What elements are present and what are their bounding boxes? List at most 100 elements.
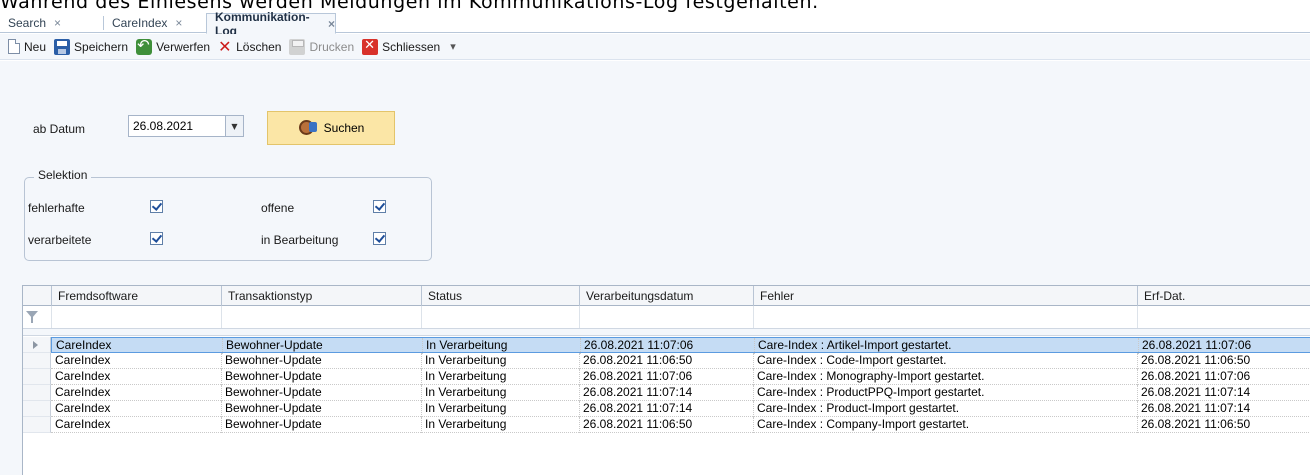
cell-verarbeitungsdatum[interactable]: 26.08.2021 11:07:06: [580, 338, 754, 353]
row-indicator[interactable]: [23, 417, 51, 433]
cell-fehler[interactable]: Care-Index : Product-Import gestartet.: [753, 401, 1137, 416]
cell-fremdsoftware[interactable]: CareIndex: [52, 338, 222, 353]
cell-fremdsoftware[interactable]: CareIndex: [51, 353, 221, 368]
cell-fremdsoftware[interactable]: CareIndex: [51, 417, 221, 432]
row-indicator[interactable]: [23, 369, 51, 385]
chevron-down-icon[interactable]: ▼: [225, 116, 243, 136]
cell-erf-dat[interactable]: 26.08.2021 11:06:50: [1137, 417, 1310, 432]
cell-transaktionstyp[interactable]: Bewohner-Update: [221, 385, 421, 400]
table-row[interactable]: CareIndex Bewohner-Update In Verarbeitung 2…: [51, 385, 1310, 401]
column-header-verarbeitungsdatum[interactable]: Verarbeitungsdatum: [579, 286, 753, 306]
table-row[interactable]: CareIndex Bewohner-Update In Verarbeitung 2…: [51, 353, 1310, 369]
delete-button[interactable]: Löschen: [218, 37, 282, 56]
filter-cell[interactable]: [579, 306, 753, 328]
delete-label: Löschen: [236, 39, 282, 54]
faulty-checkbox[interactable]: [150, 200, 163, 213]
filter-cell[interactable]: [753, 306, 1137, 328]
search-icon: [298, 118, 318, 138]
cell-status[interactable]: In Verarbeitung: [421, 401, 579, 416]
cell-fehler[interactable]: Care-Index : ProductPPQ-Import gestartet…: [753, 385, 1137, 400]
date-value[interactable]: 26.08.2021: [133, 119, 193, 133]
tab-label: Search: [8, 16, 47, 30]
cell-erf-dat[interactable]: 26.08.2021 11:06:50: [1137, 353, 1310, 368]
cell-fehler[interactable]: Care-Index : Code-Import gestartet.: [753, 353, 1137, 368]
date-picker[interactable]: 26.08.2021 ▼: [128, 115, 244, 137]
column-header-status[interactable]: Status: [421, 286, 579, 306]
processed-checkbox[interactable]: [150, 232, 163, 245]
cell-status[interactable]: In Verarbeitung: [422, 338, 580, 353]
column-header-transaktionstyp[interactable]: Transaktionstyp: [221, 286, 421, 306]
log-grid: Fremdsoftware Transaktionstyp Status Ver…: [22, 285, 1310, 475]
cell-transaktionstyp[interactable]: Bewohner-Update: [222, 338, 422, 353]
new-label: Neu: [24, 39, 47, 54]
table-row[interactable]: CareIndex Bewohner-Update In Verarbeitung 2…: [51, 337, 1310, 354]
cell-status[interactable]: In Verarbeitung: [421, 385, 579, 400]
column-header-fehler[interactable]: Fehler: [753, 286, 1137, 306]
cell-verarbeitungsdatum[interactable]: 26.08.2021 11:07:14: [579, 385, 753, 400]
table-row[interactable]: CareIndex Bewohner-Update In Verarbeitung 2…: [51, 401, 1310, 417]
toolbar-overflow-icon[interactable]: ▾: [450, 40, 456, 53]
filter-panel: ab Datum 26.08.2021 ▼ Suchen Selektion f…: [0, 61, 1310, 475]
cell-fremdsoftware[interactable]: CareIndex: [51, 401, 221, 416]
cell-fehler[interactable]: Care-Index : Monography-Import gestartet…: [753, 369, 1137, 384]
cell-erf-dat[interactable]: 26.08.2021 11:07:06: [1137, 369, 1310, 384]
tab-careindex[interactable]: CareIndex ×: [104, 13, 182, 33]
cell-fremdsoftware[interactable]: CareIndex: [51, 369, 221, 384]
cell-verarbeitungsdatum[interactable]: 26.08.2021 11:07:14: [579, 401, 753, 416]
tab-kommunikation-log[interactable]: Kommunikation-Log ×: [206, 10, 336, 38]
cell-status[interactable]: In Verarbeitung: [421, 369, 579, 384]
cell-transaktionstyp[interactable]: Bewohner-Update: [221, 401, 421, 416]
close-icon[interactable]: ×: [328, 17, 335, 31]
cell-verarbeitungsdatum[interactable]: 26.08.2021 11:07:06: [579, 369, 753, 384]
table-row[interactable]: CareIndex Bewohner-Update In Verarbeitung 2…: [51, 417, 1310, 433]
cell-status[interactable]: In Verarbeitung: [421, 417, 579, 432]
cell-transaktionstyp[interactable]: Bewohner-Update: [221, 417, 421, 432]
cell-status[interactable]: In Verarbeitung: [421, 353, 579, 368]
undo-icon: [136, 36, 153, 55]
print-label: Drucken: [309, 39, 355, 54]
cell-erf-dat[interactable]: 26.08.2021 11:07:14: [1137, 401, 1310, 416]
cell-fremdsoftware[interactable]: CareIndex: [51, 385, 221, 400]
in-progress-checkbox[interactable]: [373, 232, 386, 245]
cell-fehler[interactable]: Care-Index : Company-Import gestartet.: [753, 417, 1137, 432]
new-button[interactable]: Neu: [6, 39, 46, 54]
open-checkbox[interactable]: [373, 200, 386, 213]
selection-group: [24, 177, 432, 261]
grid-header: Fremdsoftware Transaktionstyp Status Ver…: [23, 285, 1310, 306]
cell-fehler[interactable]: Care-Index : Artikel-Import gestartet.: [754, 338, 1138, 353]
open-label: offene: [261, 201, 295, 215]
selection-title: Selektion: [34, 168, 92, 182]
filter-cell[interactable]: [221, 306, 421, 328]
cell-verarbeitungsdatum[interactable]: 26.08.2021 11:06:50: [579, 353, 753, 368]
discard-button[interactable]: Verwerfen: [136, 36, 210, 55]
filter-cell[interactable]: [1137, 306, 1310, 328]
row-indicator[interactable]: [23, 353, 51, 369]
filter-cell[interactable]: [51, 306, 221, 328]
print-button[interactable]: Drucken: [289, 38, 355, 55]
table-row[interactable]: CareIndex Bewohner-Update In Verarbeitung 2…: [51, 369, 1310, 385]
search-label: Suchen: [323, 121, 365, 135]
filter-cell[interactable]: [421, 306, 579, 328]
column-header-erf-dat[interactable]: Erf-Dat.: [1137, 286, 1310, 306]
cell-erf-dat[interactable]: 26.08.2021 11:07:06: [1138, 338, 1310, 353]
tab-strip: Search × CareIndex × Kommunikation-Log ×: [0, 10, 1310, 38]
cell-verarbeitungsdatum[interactable]: 26.08.2021 11:06:50: [579, 417, 753, 432]
close-icon[interactable]: ×: [175, 16, 182, 30]
filter-icon[interactable]: [25, 310, 39, 324]
cell-transaktionstyp[interactable]: Bewohner-Update: [221, 353, 421, 368]
close-icon: [362, 38, 379, 55]
close-icon[interactable]: ×: [54, 16, 61, 30]
date-label: ab Datum: [33, 122, 86, 136]
cell-transaktionstyp[interactable]: Bewohner-Update: [221, 369, 421, 384]
tab-label: CareIndex: [112, 16, 168, 30]
row-indicator[interactable]: [23, 385, 51, 401]
cell-erf-dat[interactable]: 26.08.2021 11:07:14: [1137, 385, 1310, 400]
save-button[interactable]: Speichern: [54, 38, 128, 55]
row-indicator[interactable]: [23, 401, 51, 417]
search-button[interactable]: Suchen: [267, 111, 395, 145]
processed-label: verarbeitete: [28, 233, 92, 247]
column-header-fremdsoftware[interactable]: Fremdsoftware: [51, 286, 221, 306]
close-button[interactable]: Schliessen: [362, 38, 440, 55]
row-indicator[interactable]: [23, 337, 51, 353]
tab-search[interactable]: Search ×: [0, 13, 61, 33]
